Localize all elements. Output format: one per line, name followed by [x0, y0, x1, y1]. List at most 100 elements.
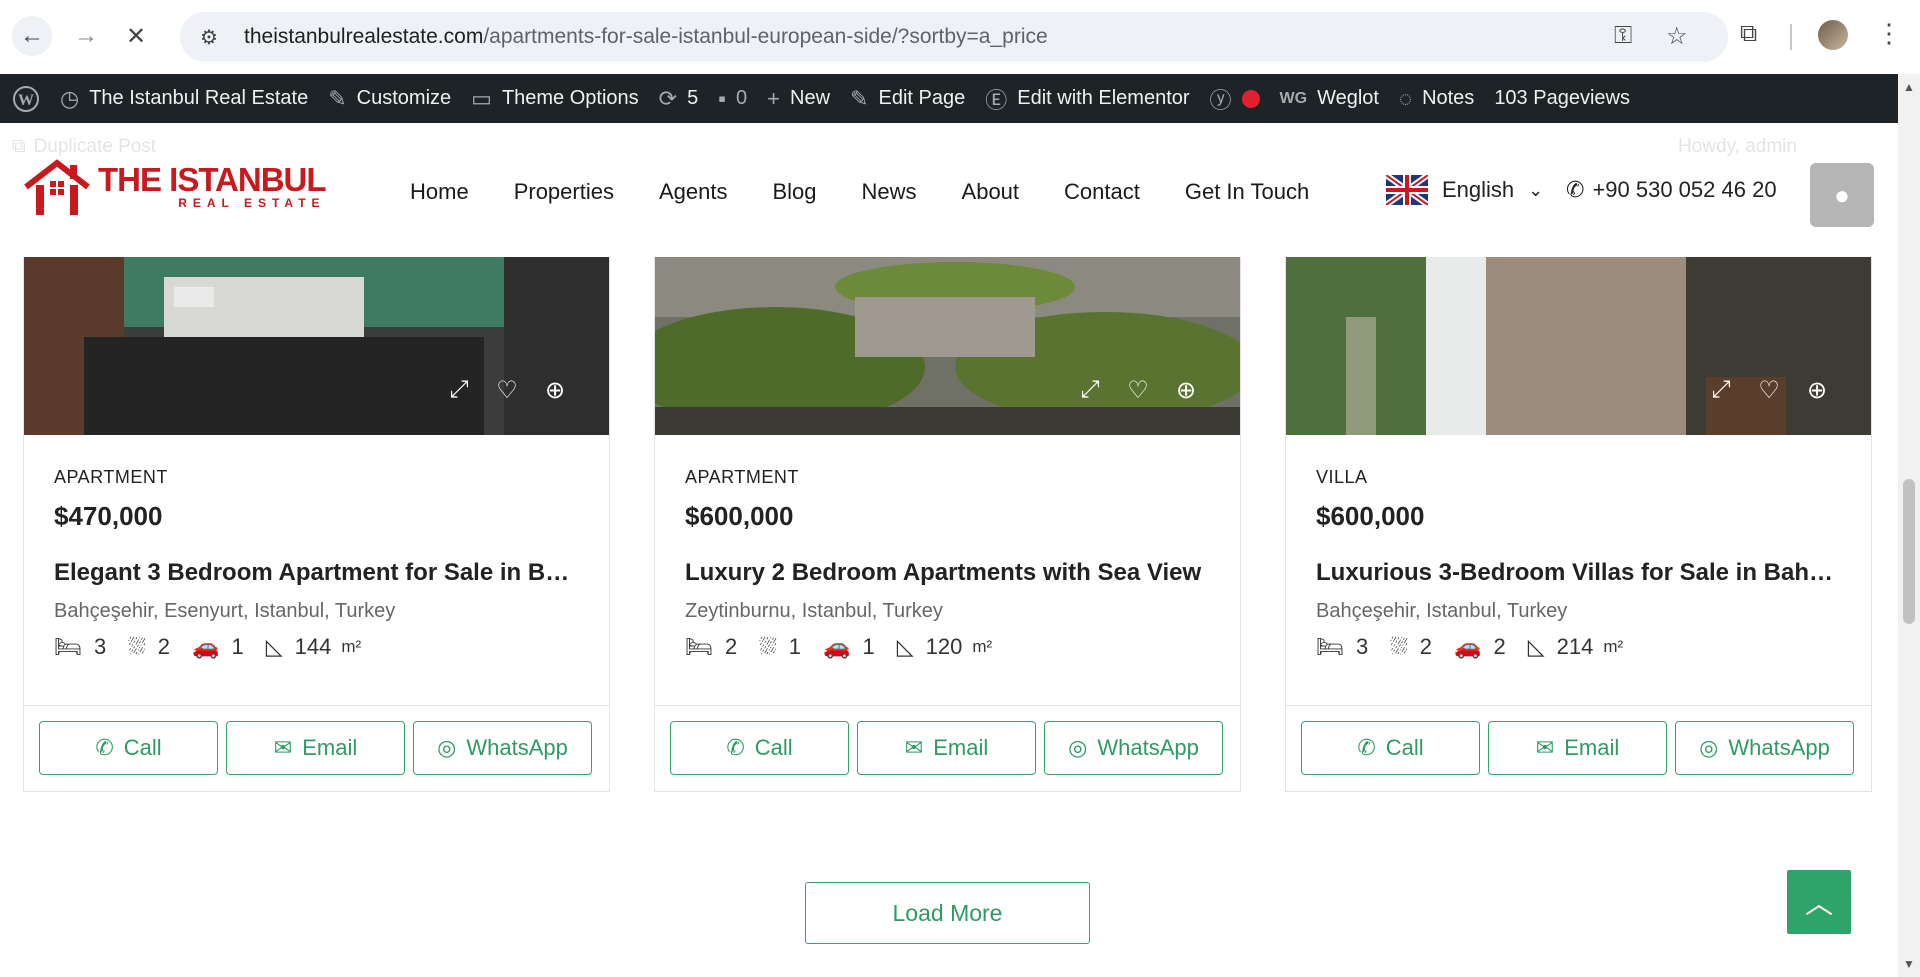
- listing-photo[interactable]: ⤢ ♡ ⊕: [655, 257, 1240, 435]
- bookmark-star-icon[interactable]: ☆: [1666, 22, 1688, 51]
- url-text[interactable]: theistanbulrealestate.com/apartments-for…: [244, 25, 1048, 49]
- scroll-down-icon[interactable]: ▼: [1903, 957, 1915, 971]
- adminbar-site[interactable]: ◷ The Istanbul Real Estate: [50, 74, 318, 123]
- adminbar-new[interactable]: + New: [757, 74, 840, 123]
- email-label: Email: [302, 735, 358, 760]
- shower-icon: ⛆: [1390, 634, 1408, 659]
- load-more-button[interactable]: Load More: [805, 882, 1090, 944]
- call-button[interactable]: ✆ Call: [39, 721, 218, 775]
- scroll-up-icon[interactable]: ▲: [1903, 80, 1915, 94]
- extensions-icon[interactable]: ⧉: [1740, 20, 1757, 48]
- listing-card[interactable]: ⤢ ♡ ⊕ VILLA $600,000 Luxurious 3-Bedroom…: [1285, 257, 1872, 792]
- speech-bubble-icon: ◌: [1398, 85, 1413, 111]
- garden-photo: [655, 257, 1240, 435]
- url-path: /apartments-for-sale-istanbul-european-s…: [483, 25, 1048, 48]
- adminbar-weglot[interactable]: WG Weglot: [1270, 74, 1389, 123]
- adminbar-comments[interactable]: ▪ 0: [708, 74, 757, 123]
- listing-title[interactable]: Elegant 3 Bedroom Apartment for Sale in …: [54, 559, 579, 587]
- updates-count: 5: [687, 87, 699, 109]
- menu-item-about[interactable]: About: [962, 179, 1020, 205]
- adminbar-elementor[interactable]: Ⓔ Edit with Elementor: [975, 74, 1199, 123]
- forward-icon[interactable]: →: [66, 16, 106, 56]
- profile-avatar[interactable]: [1818, 20, 1848, 50]
- adminbar-new-label: New: [790, 87, 831, 109]
- adminbar-pageviews[interactable]: 103 Pageviews: [1484, 74, 1640, 123]
- listing-card[interactable]: ⤢ ♡ ⊕ APARTMENT $470,000 Elegant 3 Bedro…: [23, 257, 610, 792]
- area-value: 144: [294, 634, 332, 659]
- menu-item-blog[interactable]: Blog: [772, 179, 816, 205]
- adminbar-customize[interactable]: ✎ Customize: [318, 74, 461, 123]
- menu-item-home[interactable]: Home: [410, 179, 469, 205]
- listing-photo[interactable]: ⤢ ♡ ⊕: [1286, 257, 1871, 435]
- heart-icon[interactable]: ♡: [483, 376, 531, 405]
- site-logo[interactable]: THE ISTANBUL REAL ESTATE: [22, 157, 327, 217]
- scrollbar-thumb[interactable]: [1903, 479, 1915, 624]
- adminbar-updates[interactable]: ⟳ 5: [649, 74, 709, 123]
- address-bar[interactable]: ⚙ theistanbulrealestate.com/apartments-f…: [180, 12, 1728, 62]
- adminbar-edit-page-label: Edit Page: [878, 87, 966, 109]
- listing-title[interactable]: Luxurious 3-Bedroom Villas for Sale in B…: [1316, 559, 1841, 587]
- listing-photo[interactable]: ⤢ ♡ ⊕: [24, 257, 609, 435]
- back-icon[interactable]: ←: [12, 16, 52, 56]
- listing-type: APARTMENT: [685, 467, 799, 487]
- whatsapp-icon: ◎: [1699, 735, 1719, 760]
- email-button[interactable]: ✉ Email: [226, 721, 405, 775]
- compare-plus-icon[interactable]: ⊕: [531, 376, 579, 405]
- email-button[interactable]: ✉ Email: [1488, 721, 1667, 775]
- ghost-right-label: Howdy, admin: [1678, 136, 1797, 157]
- phone-icon: ✆: [1357, 735, 1376, 760]
- uk-flag-icon: [1386, 175, 1428, 205]
- page-scrollbar[interactable]: ▲ ▼: [1898, 74, 1920, 977]
- expand-icon[interactable]: ⤢: [1697, 376, 1745, 405]
- plus-icon: +: [767, 85, 781, 111]
- photo-tools: ⤢ ♡ ⊕: [1066, 376, 1210, 405]
- expand-icon[interactable]: ⤢: [1066, 376, 1114, 405]
- whatsapp-button[interactable]: ◎ WhatsApp: [1675, 721, 1854, 775]
- adminbar-theme-options[interactable]: ▭ Theme Options: [461, 74, 649, 123]
- adminbar-edit-page[interactable]: ✎ Edit Page: [840, 74, 975, 123]
- site-info-icon[interactable]: ⚙: [200, 25, 230, 50]
- main-menu: Home Properties Agents Blog News About C…: [410, 179, 1354, 205]
- call-button[interactable]: ✆ Call: [1301, 721, 1480, 775]
- language-switcher[interactable]: English ⌄: [1386, 175, 1543, 205]
- adminbar-yoast[interactable]: ⓨ: [1200, 74, 1270, 123]
- call-label: Call: [754, 735, 793, 760]
- back-to-top-button[interactable]: ︿: [1787, 870, 1851, 934]
- envelope-icon: ✉: [1535, 735, 1555, 760]
- header-phone[interactable]: ✆ +90 530 052 46 20: [1566, 177, 1777, 203]
- compare-plus-icon[interactable]: ⊕: [1793, 376, 1841, 405]
- heart-icon[interactable]: ♡: [1114, 376, 1162, 405]
- menu-kebab-icon[interactable]: ⋮: [1876, 18, 1902, 49]
- adminbar-notes[interactable]: ◌ Notes: [1389, 74, 1484, 123]
- compare-plus-icon[interactable]: ⊕: [1162, 376, 1210, 405]
- phone-icon: ✆: [95, 735, 114, 760]
- whatsapp-button[interactable]: ◎ WhatsApp: [1044, 721, 1223, 775]
- stop-loading-icon[interactable]: ✕: [116, 16, 156, 56]
- listing-title[interactable]: Luxury 2 Bedroom Apartments with Sea Vie…: [685, 559, 1210, 587]
- toolbar-divider: [1790, 24, 1792, 50]
- listing-card[interactable]: ⤢ ♡ ⊕ APARTMENT $600,000 Luxury 2 Bedroo…: [654, 257, 1241, 792]
- wordpress-logo[interactable]: W: [0, 74, 50, 123]
- area-icon: ◺: [265, 634, 283, 659]
- user-icon: ●: [1834, 179, 1850, 210]
- email-button[interactable]: ✉ Email: [857, 721, 1036, 775]
- howdy-ghost: Howdy, admin: [1678, 136, 1797, 158]
- menu-item-properties[interactable]: Properties: [514, 179, 614, 205]
- key-icon[interactable]: ⚿: [1614, 22, 1632, 50]
- menu-item-get-in-touch[interactable]: Get In Touch: [1185, 179, 1309, 205]
- heart-icon[interactable]: ♡: [1745, 376, 1793, 405]
- seo-status-dot: [1241, 89, 1260, 108]
- expand-icon[interactable]: ⤢: [435, 376, 483, 405]
- area-value: 214: [1556, 634, 1594, 659]
- house-logo-icon: [24, 159, 90, 215]
- menu-item-news[interactable]: News: [862, 179, 917, 205]
- whatsapp-button[interactable]: ◎ WhatsApp: [413, 721, 592, 775]
- user-account-button[interactable]: ●: [1810, 163, 1874, 227]
- menu-item-contact[interactable]: Contact: [1064, 179, 1140, 205]
- call-button[interactable]: ✆ Call: [670, 721, 849, 775]
- pencil-icon: ✎: [850, 85, 869, 111]
- adminbar-customize-label: Customize: [356, 87, 452, 109]
- menu-item-agents[interactable]: Agents: [659, 179, 728, 205]
- ghost-left-label: Duplicate Post: [33, 136, 157, 157]
- photo-tools: ⤢ ♡ ⊕: [1697, 376, 1841, 405]
